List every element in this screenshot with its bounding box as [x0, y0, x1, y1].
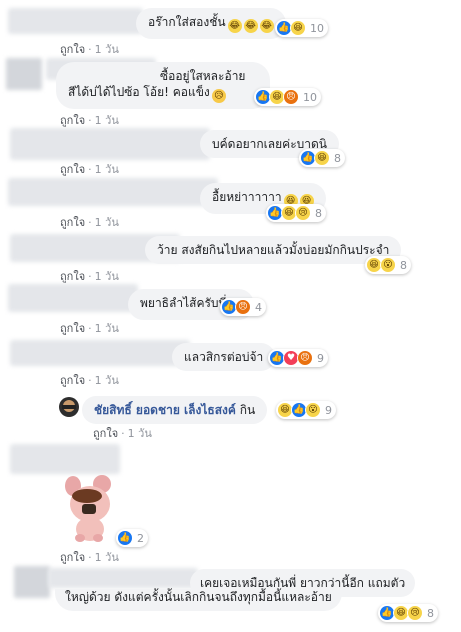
- reaction-count: 10: [303, 90, 317, 104]
- reaction-count: 8: [427, 606, 434, 620]
- reaction-count: 8: [400, 258, 407, 272]
- comment-time[interactable]: 1 วัน: [95, 270, 119, 283]
- comment-time[interactable]: 1 วัน: [95, 322, 119, 335]
- comment-actions: ถูกใจ · 1 วัน: [60, 114, 119, 127]
- comment-time[interactable]: 1 วัน: [95, 163, 119, 176]
- angry-icon: 😠: [297, 350, 313, 366]
- reaction-summary[interactable]: 👍 😆 😢 8: [266, 204, 326, 222]
- comment-text: ว้าย สงสัยกินไปหลายแล้วมั้งบ่อยมักกินประ…: [157, 243, 390, 257]
- comment-bubble: อร๊ากใส่สองชั้น 😂 😂 😂: [136, 8, 286, 39]
- reaction-summary[interactable]: 👍 😆 8: [299, 149, 345, 167]
- reaction-summary[interactable]: 👍 2: [116, 529, 148, 547]
- reaction-count: 4: [255, 300, 262, 314]
- angry-icon: 😠: [283, 89, 299, 105]
- comment-time[interactable]: 1 วัน: [95, 374, 119, 387]
- laughing-emoji-icon: 😂: [227, 19, 242, 33]
- comment-bubble: ซื้ออยู่ใสหละอ้าย สีได้บ่ได้ไปซ้อ โอ้ย! …: [56, 62, 270, 109]
- reaction-summary[interactable]: 👍 😆 10: [275, 19, 328, 37]
- reaction-count: 9: [317, 351, 324, 365]
- blurred-commenter-name: [48, 568, 198, 588]
- blurred-commenter-name: [10, 340, 190, 366]
- like-link[interactable]: ถูกใจ: [60, 216, 85, 229]
- comment-bubble: ชัยสิทธิ์ ยอดชาย เล็งไธสงค์ กิน: [82, 396, 268, 424]
- comment-time[interactable]: 1 วัน: [95, 114, 119, 127]
- comment-actions: ถูกใจ · 1 วัน: [60, 216, 119, 229]
- comment-text: แลวสิกรต่อบ่จ้า: [184, 350, 264, 364]
- reaction-summary[interactable]: 👍 😠 4: [220, 298, 266, 316]
- comment-actions: ถูกใจ · 1 วัน: [60, 163, 119, 176]
- comment-actions: ถูกใจ · 1 วัน: [93, 427, 152, 440]
- like-link[interactable]: ถูกใจ: [93, 427, 118, 440]
- comment-time[interactable]: 1 วัน: [128, 427, 152, 440]
- angry-icon: 😠: [235, 299, 251, 315]
- sweat-emoji-icon: 😥: [211, 89, 226, 103]
- sad-icon: 😢: [407, 605, 423, 621]
- blurred-commenter-name: [8, 284, 138, 312]
- comment-time[interactable]: 1 วัน: [95, 551, 119, 564]
- blurred-commenter-name: [10, 128, 210, 160]
- laughing-emoji-icon: 😂: [243, 19, 258, 33]
- sticker-image: [62, 474, 118, 544]
- comment-text-line-2: สีได้บ่ได้ไปซ้อ โอ้ย! คอแข็ง: [68, 85, 210, 99]
- like-link[interactable]: ถูกใจ: [60, 114, 85, 127]
- comment-actions: ถูกใจ · 1 วัน: [60, 322, 119, 335]
- comment-bubble: แลวสิกรต่อบ่จ้า: [172, 343, 276, 371]
- haha-icon: 😆: [314, 150, 330, 166]
- blurred-commenter-name: [8, 178, 218, 206]
- reaction-count: 9: [325, 403, 332, 417]
- like-link[interactable]: ถูกใจ: [60, 43, 85, 56]
- comment-bubble: ว้าย สงสัยกินไปหลายแล้วมั้งบ่อยมักกินประ…: [145, 236, 402, 264]
- reaction-count: 2: [137, 531, 144, 545]
- reaction-count: 8: [315, 206, 322, 220]
- comment-actions: ถูกใจ · 1 วัน: [60, 551, 119, 564]
- blurred-avatar: [14, 566, 50, 598]
- blurred-avatar: [6, 58, 42, 90]
- like-link[interactable]: ถูกใจ: [60, 163, 85, 176]
- comment-actions: ถูกใจ · 1 วัน: [60, 270, 119, 283]
- blurred-commenter-name: [8, 8, 143, 34]
- comment-text: อื้ยหย่าาาาาา: [212, 190, 282, 204]
- comment-time[interactable]: 1 วัน: [95, 43, 119, 56]
- haha-icon: 😆: [290, 20, 306, 36]
- comment-author[interactable]: ชัยสิทธิ์ ยอดชาย เล็งไธสงค์: [94, 403, 236, 417]
- comment-actions: ถูกใจ · 1 วัน: [60, 43, 119, 56]
- comment-text: พยาธิลำไส้ครับพี่: [140, 296, 227, 310]
- sad-icon: 😢: [295, 205, 311, 221]
- laughing-emoji-icon: 😂: [259, 19, 274, 33]
- wow-icon: 😮: [380, 257, 396, 273]
- comment-time[interactable]: 1 วัน: [95, 216, 119, 229]
- reaction-summary[interactable]: 😆 😮 8: [365, 256, 411, 274]
- reaction-summary[interactable]: 👍 😆 😠 10: [254, 88, 321, 106]
- blurred-commenter-name: [10, 444, 120, 474]
- reaction-count: 8: [334, 151, 341, 165]
- comment-actions: ถูกใจ · 1 วัน: [60, 374, 119, 387]
- comment-bubble-continued: ใหญ่ด้วย ดังแต่ครั้งนั้นเลิกกินจนถึงทุกม…: [55, 589, 342, 611]
- reaction-summary[interactable]: 👍 😆 😢 8: [378, 604, 438, 622]
- wow-icon: 😮: [305, 402, 321, 418]
- comment-text: กิน: [239, 403, 256, 417]
- reaction-summary[interactable]: 👍 ♥ 😠 9: [268, 349, 328, 367]
- like-link[interactable]: ถูกใจ: [60, 551, 85, 564]
- comment-text: อร๊ากใส่สองชั้น: [148, 15, 226, 29]
- comment-text-line-2: ใหญ่ด้วย ดังแต่ครั้งนั้นเลิกกินจนถึงทุกม…: [65, 590, 332, 604]
- like-link[interactable]: ถูกใจ: [60, 322, 85, 335]
- comment-text-line-1: ซื้ออยู่ใสหละอ้าย: [160, 69, 246, 83]
- reaction-count: 10: [310, 21, 324, 35]
- reply-avatar[interactable]: [59, 397, 79, 417]
- reaction-summary[interactable]: 😆 👍 😮 9: [276, 401, 336, 419]
- like-icon: 👍: [117, 530, 133, 546]
- like-link[interactable]: ถูกใจ: [60, 374, 85, 387]
- like-link[interactable]: ถูกใจ: [60, 270, 85, 283]
